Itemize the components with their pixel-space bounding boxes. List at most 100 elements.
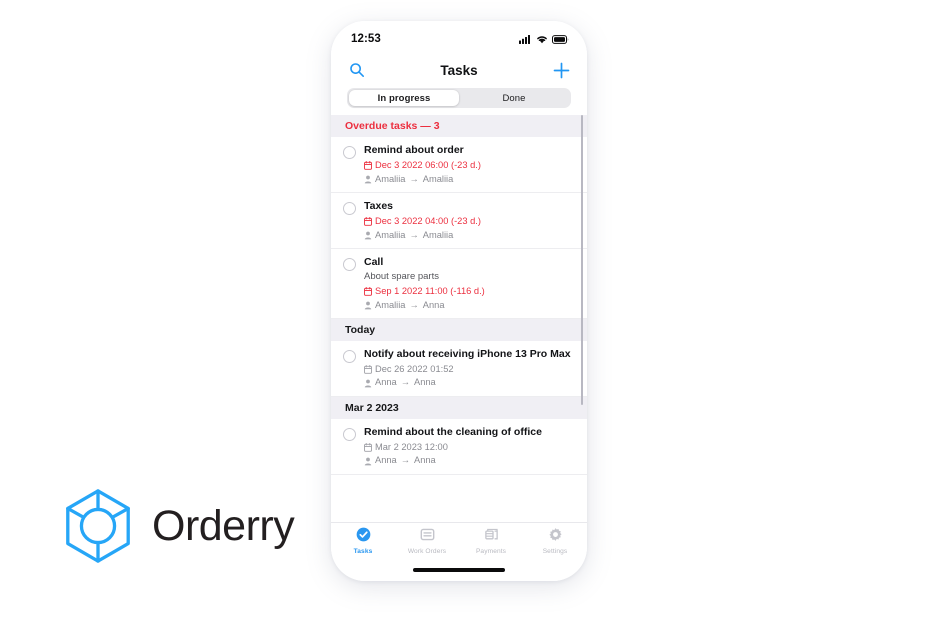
home-indicator <box>413 568 505 572</box>
task-list[interactable]: Overdue tasks — 3 Remind about order Dec 3… <box>331 115 587 522</box>
task-due-text: Mar 2 2023 12:00 <box>375 441 448 452</box>
search-icon <box>350 63 364 77</box>
battery-icon <box>552 34 569 44</box>
filter-segmented-control-wrapper: In progress Done <box>331 87 587 115</box>
person-icon <box>364 457 372 466</box>
task-body: Remind about order Dec 3 2022 06:00 (-23 … <box>364 144 573 185</box>
task-body: Remind about the cleaning of office Mar 2… <box>364 426 573 467</box>
task-assignment: Amaliia → Amaliia <box>364 230 573 241</box>
task-title: Taxes <box>364 199 393 212</box>
task-body: Taxes Dec 3 2022 04:00 (-23 d.) Amaliia → Am… <box>364 200 573 241</box>
task-title: Notify about receiving iPhone 13 Pro Max <box>364 347 571 360</box>
filter-segmented-control[interactable]: In progress Done <box>347 88 571 108</box>
person-icon <box>364 231 372 240</box>
task-due-date: Dec 3 2022 04:00 (-23 d.) <box>364 216 573 227</box>
person-icon <box>364 175 372 184</box>
task-title: Call <box>364 255 384 268</box>
assignment-arrow-icon: → <box>409 173 419 184</box>
task-due-date: Dec 26 2022 01:52 <box>364 364 573 375</box>
task-row[interactable]: Remind about order Dec 3 2022 06:00 (-23 … <box>331 137 587 193</box>
orderry-brand-lockup: Orderry <box>62 488 295 564</box>
calendar-icon <box>364 286 372 296</box>
search-button[interactable] <box>346 59 368 81</box>
task-complete-checkbox[interactable] <box>343 257 356 271</box>
tab-work-orders[interactable]: Work Orders <box>395 527 459 555</box>
task-assignment: Anna → Anna <box>364 377 573 388</box>
orderry-cube-logo-icon <box>66 489 130 563</box>
tab-label: Settings <box>542 548 568 555</box>
status-bar-icons <box>519 34 569 44</box>
task-due-date: Mar 2 2023 12:00 <box>364 442 573 453</box>
task-assigner: Amaliia <box>375 173 406 184</box>
task-due-text: Dec 3 2022 04:00 (-23 d.) <box>375 216 481 227</box>
task-assignment: Anna → Anna <box>364 455 573 466</box>
assignment-arrow-icon: → <box>409 229 419 240</box>
tab-payments[interactable]: Payments <box>459 527 523 555</box>
wifi-icon <box>537 35 547 43</box>
calendar-icon <box>364 364 372 374</box>
scrollbar-thumb[interactable] <box>581 115 583 405</box>
plus-icon <box>553 62 569 78</box>
person-icon <box>364 379 372 388</box>
task-assigner: Amaliia <box>375 299 406 310</box>
task-complete-checkbox[interactable] <box>343 201 356 215</box>
check-circle-icon <box>356 527 371 547</box>
navigation-bar: Tasks <box>331 53 587 87</box>
orderry-wordmark: Orderry <box>152 501 295 550</box>
gear-icon <box>548 527 563 547</box>
task-assigner: Amaliia <box>375 229 406 240</box>
task-assignee: Anna <box>422 299 445 310</box>
task-row[interactable]: Call About spare parts Sep 1 2022 11:00 (-… <box>331 248 587 319</box>
task-row[interactable]: Taxes Dec 3 2022 04:00 (-23 d.) Amaliia → Am… <box>331 192 587 249</box>
person-icon <box>364 301 372 310</box>
payments-icon <box>484 527 499 547</box>
page-title: Tasks <box>440 62 478 78</box>
task-row[interactable]: Notify about receiving iPhone 13 Pro Max… <box>331 340 587 397</box>
assignment-arrow-icon: → <box>400 455 411 466</box>
task-title: Remind about order <box>364 144 464 156</box>
scrollbar-track[interactable] <box>581 115 585 522</box>
task-assigner: Anna <box>375 455 397 466</box>
task-due-text: Dec 26 2022 01:52 <box>375 363 454 374</box>
task-complete-checkbox[interactable] <box>343 427 356 441</box>
task-complete-checkbox[interactable] <box>343 146 356 159</box>
assignment-arrow-icon: → <box>400 377 411 388</box>
calendar-icon <box>364 161 372 170</box>
work-order-icon <box>420 527 435 547</box>
task-assignee: Amaliia <box>422 229 454 240</box>
home-indicator-area <box>331 559 587 581</box>
assignment-arrow-icon: → <box>409 299 419 310</box>
status-bar-time: 12:53 <box>351 33 381 45</box>
task-section-header: Overdue tasks — 3 <box>331 115 587 137</box>
task-subtitle: About spare parts <box>364 270 439 282</box>
task-assigner: Anna <box>375 377 397 388</box>
tab-label: Work Orders <box>407 548 447 555</box>
task-row[interactable]: Remind about the cleaning of office Mar 2… <box>331 418 587 475</box>
task-body: Notify about receiving iPhone 13 Pro Max… <box>364 348 573 389</box>
cellular-signal-icon <box>519 34 530 44</box>
task-section-header: Today <box>331 318 587 341</box>
task-section-header: Mar 2 2023 <box>331 396 587 419</box>
tab-settings[interactable]: Settings <box>523 527 587 555</box>
add-task-button[interactable] <box>550 59 572 81</box>
task-due-date: Dec 3 2022 06:00 (-23 d.) <box>364 160 573 171</box>
segment-in-progress[interactable]: In progress <box>349 90 459 106</box>
task-complete-checkbox[interactable] <box>343 349 356 363</box>
status-bar: 12:53 <box>331 21 587 53</box>
tab-label: Tasks <box>353 548 373 555</box>
segment-done[interactable]: Done <box>459 90 569 106</box>
task-body: Call About spare parts Sep 1 2022 11:00 (-… <box>364 256 573 311</box>
task-title: Remind about the cleaning of office <box>364 425 542 438</box>
task-assignee: Anna <box>414 455 436 466</box>
tab-tasks[interactable]: Tasks <box>331 527 395 555</box>
task-due-date: Sep 1 2022 11:00 (-116 d.) <box>364 286 573 297</box>
task-due-text: Sep 1 2022 11:00 (-116 d.) <box>375 285 485 296</box>
tab-label: Payments <box>475 548 507 555</box>
task-assignee: Amaliia <box>422 173 454 184</box>
bottom-tab-bar[interactable]: Tasks Work Orders Payments Settings <box>331 522 587 559</box>
task-due-text: Dec 3 2022 06:00 (-23 d.) <box>375 160 481 171</box>
phone-mockup: 12:53 Tasks In progress Done Overdue tas… <box>331 21 587 581</box>
calendar-icon <box>364 442 372 452</box>
calendar-icon <box>364 217 372 226</box>
task-assignment: Amaliia → Anna <box>364 300 573 311</box>
